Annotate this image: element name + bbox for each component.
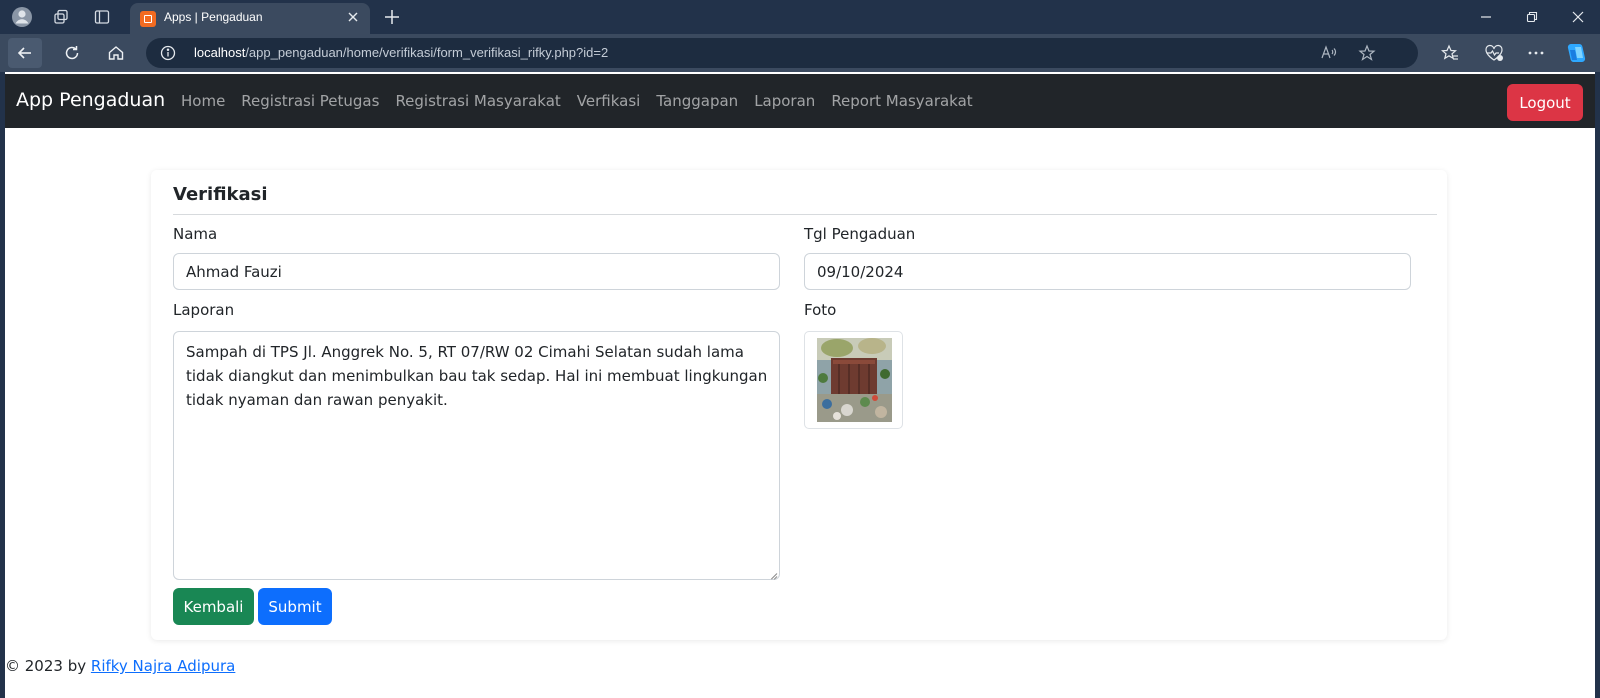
resize-grip-icon[interactable] [769, 569, 777, 577]
footer-copyright: © 2023 by [5, 657, 91, 675]
xampp-favicon-icon [140, 11, 156, 27]
active-tab[interactable]: Apps | Pengaduan [130, 3, 370, 34]
laporan-value: Sampah di TPS Jl. Anggrek No. 5, RT 07/R… [186, 343, 768, 409]
brand-link[interactable]: App Pengaduan [16, 89, 165, 111]
nama-field[interactable]: Ahmad Fauzi [173, 253, 780, 290]
url-bar[interactable]: localhost/app_pengaduan/home/verifikasi/… [146, 38, 1418, 68]
close-window-icon[interactable] [1566, 6, 1590, 28]
heart-pulse-icon[interactable] [1481, 41, 1507, 65]
home-icon[interactable] [99, 38, 133, 68]
nav-link-verfikasi[interactable]: Verfikasi [577, 92, 641, 110]
tgl-pengaduan-field[interactable]: 09/10/2024 [804, 253, 1411, 290]
nav-link-report-masyarakat[interactable]: Report Masyarakat [831, 92, 972, 110]
nav-link-registrasi-masyarakat[interactable]: Registrasi Masyarakat [395, 92, 560, 110]
star-icon[interactable] [1358, 44, 1376, 66]
favorites-icon[interactable] [1437, 41, 1463, 65]
footer-author-link[interactable]: Rifky Najra Adipura [91, 657, 235, 675]
laporan-textarea[interactable]: Sampah di TPS Jl. Anggrek No. 5, RT 07/R… [173, 331, 780, 580]
info-icon[interactable] [160, 45, 176, 65]
nama-value: Ahmad Fauzi [186, 263, 282, 281]
card-title: Verifikasi [173, 184, 268, 205]
nav-link-home[interactable]: Home [181, 92, 225, 110]
foto-thumbnail [804, 331, 903, 429]
address-toolbar: localhost/app_pengaduan/home/verifikasi/… [0, 34, 1600, 72]
page-viewport: App Pengaduan Home Registrasi Petugas Re… [5, 72, 1595, 698]
url-text: localhost/app_pengaduan/home/verifikasi/… [194, 45, 608, 60]
profile-icon[interactable] [8, 5, 36, 29]
tgl-pengaduan-label: Tgl Pengaduan [804, 225, 916, 243]
tab-actions-icon[interactable] [88, 5, 116, 29]
logout-button[interactable]: Logout [1507, 84, 1583, 121]
url-path: /app_pengaduan/home/verifikasi/form_veri… [245, 45, 609, 60]
nama-label: Nama [173, 225, 218, 243]
foto-label: Foto [804, 301, 837, 319]
divider [173, 214, 1437, 215]
laporan-label: Laporan [173, 301, 235, 319]
footer: © 2023 by Rifky Najra Adipura [5, 657, 235, 675]
submit-button[interactable]: Submit [258, 588, 332, 625]
kembali-button[interactable]: Kembali [173, 588, 254, 625]
refresh-icon[interactable] [55, 38, 89, 68]
window-edge [1595, 72, 1600, 698]
nav-link-registrasi-petugas[interactable]: Registrasi Petugas [241, 92, 379, 110]
nav-link-tanggapan[interactable]: Tanggapan [656, 92, 738, 110]
restore-icon[interactable] [1520, 6, 1544, 28]
read-aloud-icon[interactable] [1320, 44, 1338, 66]
foto-image [817, 338, 892, 422]
app-navbar: App Pengaduan Home Registrasi Petugas Re… [5, 74, 1595, 128]
tab-title: Apps | Pengaduan [164, 10, 263, 24]
browser-tab-strip: Apps | Pengaduan [0, 0, 1600, 34]
plus-icon[interactable] [380, 5, 404, 33]
copilot-icon[interactable] [1564, 41, 1590, 65]
nav-links: Home Registrasi Petugas Registrasi Masya… [181, 92, 973, 110]
back-arrow-icon[interactable] [8, 38, 42, 68]
url-host: localhost [194, 45, 246, 60]
more-icon[interactable] [1523, 41, 1549, 65]
nav-link-laporan[interactable]: Laporan [754, 92, 815, 110]
tgl-pengaduan-value: 09/10/2024 [817, 263, 904, 281]
close-icon[interactable] [346, 9, 360, 28]
workspaces-icon[interactable] [47, 5, 75, 29]
minimize-icon[interactable] [1474, 6, 1498, 28]
verifikasi-card: Verifikasi Nama Ahmad Fauzi Tgl Pengadua… [151, 170, 1447, 640]
